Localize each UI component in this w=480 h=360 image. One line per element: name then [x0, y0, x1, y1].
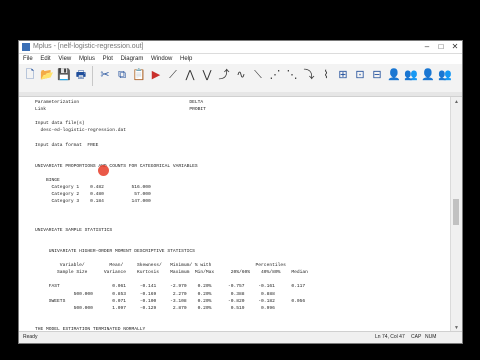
plot-icon-1[interactable]: ⟋ — [165, 67, 181, 83]
toolbar: 🗋 📂 💾 🖶 ✂ ⧉ 📋 ▶ ⟋ ⋀ ⋁ ⤴ ∿ ⟍ ⋰ ⋱ ⤵ ⌇ ⊞ ⊡ … — [19, 64, 462, 93]
output-line: Input data file(s) — [35, 121, 85, 127]
user-icon-1[interactable]: 👤 — [386, 67, 402, 83]
maximize-icon[interactable]: □ — [434, 41, 448, 53]
output-line: 500.000 1.097 -0.129 2.870 0.20% 0.519 0… — [73, 305, 275, 311]
output-line: SWEETS 0.071 -0.100 -3.108 0.20% -0.820 … — [48, 298, 306, 304]
output-line: Link PROBIT — [35, 107, 206, 113]
menu-mplus[interactable]: Mplus — [79, 54, 95, 64]
plot-icon-10[interactable]: ⌇ — [318, 67, 334, 83]
plot-icon-8[interactable]: ⋱ — [284, 67, 300, 83]
output-line: Category 3 0.184 147.000 — [51, 199, 151, 205]
menu-diagram[interactable]: Diagram — [121, 54, 144, 64]
output-line: Input data format FREE — [35, 142, 99, 148]
output-line: Category 2 0.480 57.000 — [51, 192, 151, 198]
plot-icon-6[interactable]: ⟍ — [250, 67, 266, 83]
status-bar: Ready Ln 74, Col 47 CAP NUM — [19, 331, 462, 343]
paste-icon[interactable]: 📋 — [131, 67, 147, 83]
output-text: Parameterization DELTA Link PROBIT Input… — [19, 97, 451, 333]
application-window: Mplus - [nelf-logistic-regression.out] –… — [18, 40, 463, 344]
user-icon-4[interactable]: 👥 — [437, 67, 453, 83]
mouse-pointer-highlight — [98, 165, 109, 176]
close-icon[interactable]: ✕ — [448, 41, 462, 53]
output-line: Sample Size Variance Kurtosis Maximum Mi… — [57, 270, 308, 276]
menu-help[interactable]: Help — [180, 54, 192, 64]
save-icon[interactable]: 💾 — [56, 67, 72, 83]
plot-icon-2[interactable]: ⋀ — [182, 67, 198, 83]
diagram-icon-2[interactable]: ⊡ — [352, 67, 368, 83]
status-text: Ready — [23, 334, 38, 340]
vertical-scrollbar[interactable]: ▲ ▼ — [450, 97, 462, 333]
output-line: Category 1 0.482 516.000 — [51, 185, 151, 191]
menu-file[interactable]: File — [23, 54, 33, 64]
app-icon — [22, 43, 30, 51]
user-icon-2[interactable]: 👥 — [403, 67, 419, 83]
minimize-icon[interactable]: – — [420, 41, 434, 53]
title-bar: Mplus - [nelf-logistic-regression.out] –… — [19, 41, 462, 54]
output-line: desc-ed-logistic-regression.dat — [40, 128, 126, 134]
output-line: FAST 0.061 -0.141 -2.970 0.20% -0.757 -0… — [48, 284, 306, 290]
diagram-icon-3[interactable]: ⊟ — [369, 67, 385, 83]
output-line: UNIVARIATE SAMPLE STATISTICS — [35, 227, 113, 233]
open-folder-icon[interactable]: 📂 — [39, 67, 55, 83]
window-title: Mplus - [nelf-logistic-regression.out] — [33, 43, 144, 50]
scrollbar-thumb[interactable] — [453, 199, 459, 225]
cut-icon[interactable]: ✂ — [97, 67, 113, 83]
plot-icon-3[interactable]: ⋁ — [199, 67, 215, 83]
plot-icon-4[interactable]: ⤴ — [216, 67, 232, 83]
diagram-icon-1[interactable]: ⊞ — [335, 67, 351, 83]
output-line: Parameterization DELTA — [35, 100, 204, 105]
user-icon-3[interactable]: 👤 — [420, 67, 436, 83]
output-line: UNIVARIATE PROPORTIONS AND COUNTS FOR CA… — [35, 163, 198, 169]
print-icon[interactable]: 🖶 — [73, 67, 89, 83]
output-line: Variable/ Mean/ Skewness/ Minimum/ % wit… — [59, 263, 286, 269]
run-icon[interactable]: ▶ — [148, 67, 164, 83]
output-document[interactable]: Parameterization DELTA Link PROBIT Input… — [19, 97, 451, 333]
output-line: UNIVARIATE HIGHER-ORDER MOMENT DESCRIPTI… — [48, 248, 195, 254]
menu-view[interactable]: View — [58, 54, 71, 64]
menu-bar: File Edit View Mplus Plot Diagram Window… — [19, 54, 462, 64]
menu-window[interactable]: Window — [151, 54, 172, 64]
menu-edit[interactable]: Edit — [40, 54, 50, 64]
copy-icon[interactable]: ⧉ — [114, 67, 130, 83]
plot-icon-5[interactable]: ∿ — [233, 67, 249, 83]
num-indicator: NUM — [425, 334, 437, 340]
scroll-up-icon[interactable]: ▲ — [451, 97, 462, 107]
caps-indicator: CAP — [411, 334, 422, 340]
output-line: 500.000 0.853 -0.169 2.270 0.20% 0.388 0… — [73, 291, 275, 297]
menu-plot[interactable]: Plot — [103, 54, 113, 64]
output-line: BINGE — [46, 178, 60, 184]
plot-icon-7[interactable]: ⋰ — [267, 67, 283, 83]
toolbar-separator — [92, 66, 93, 86]
new-file-icon[interactable]: 🗋 — [22, 67, 38, 83]
cursor-position: Ln 74, Col 47 — [375, 334, 405, 340]
plot-icon-9[interactable]: ⤵ — [301, 67, 317, 83]
